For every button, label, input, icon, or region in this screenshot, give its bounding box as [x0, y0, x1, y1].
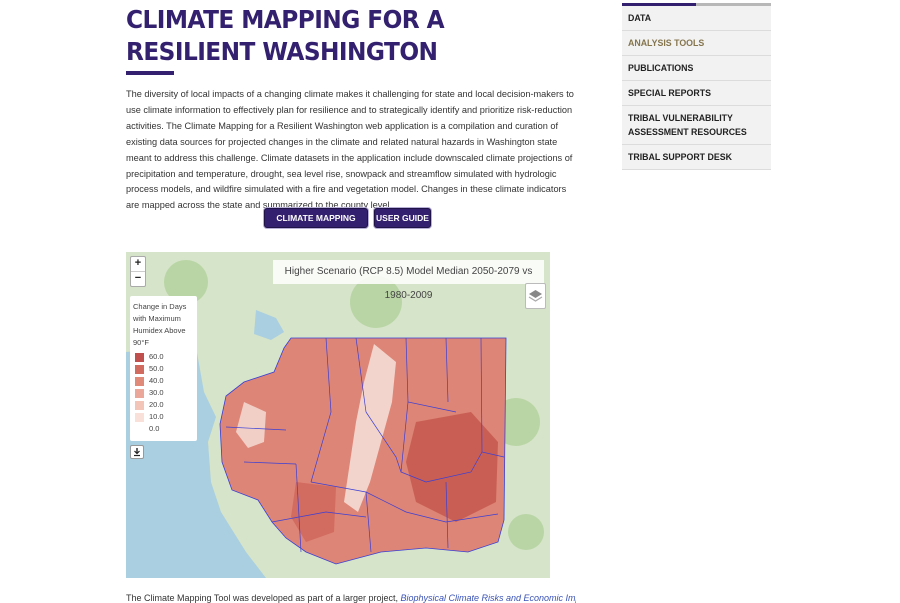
page-title: CLIMATE MAPPING FOR A RESILIENT WASHINGT… [126, 5, 445, 66]
sidebar-item-analysis-tools[interactable]: ANALYSIS TOOLS [622, 31, 771, 56]
footer-paragraph: The Climate Mapping Tool was developed a… [126, 593, 576, 603]
legend-title: Change in Days with Maximum Humidex Abov… [133, 302, 187, 347]
forest-patch [508, 514, 544, 550]
legend-swatch [135, 352, 144, 362]
legend-row: 40.0 [130, 375, 197, 387]
zoom-out-button[interactable]: − [131, 272, 145, 286]
footer-link[interactable]: Biophysical Climate Risks and Economic I… [400, 593, 576, 603]
legend-swatch [135, 364, 144, 374]
legend-label: 40.0 [149, 376, 164, 385]
layers-icon [528, 290, 543, 302]
climate-map[interactable]: + − Higher Scenario (RCP 8.5) Model Medi… [126, 252, 550, 578]
sidebar-item-data[interactable]: DATA [622, 6, 771, 31]
map-scenario-title: Higher Scenario (RCP 8.5) Model Median 2… [273, 260, 544, 301]
legend-row: 20.0 [130, 399, 197, 411]
intro-paragraph: The diversity of local impacts of a chan… [126, 89, 574, 211]
layers-button[interactable] [525, 283, 546, 309]
download-button[interactable] [130, 445, 144, 459]
title-underline [126, 71, 174, 75]
legend-label: 0.0 [149, 424, 160, 433]
legend-row: 60.0 [130, 351, 197, 363]
sidebar-item-tribal-support-desk[interactable]: TRIBAL SUPPORT DESK [622, 145, 771, 170]
download-icon [134, 448, 140, 457]
sidebar-item-publications[interactable]: PUBLICATIONS [622, 56, 771, 81]
sidebar-top-rule [622, 3, 771, 6]
legend-swatch [135, 376, 144, 386]
map-legend: Change in Days with Maximum Humidex Abov… [130, 296, 197, 441]
legend-row: 0.0 [130, 423, 197, 435]
footer-text: The Climate Mapping Tool was developed a… [126, 593, 401, 603]
user-guide-button[interactable]: USER GUIDE [374, 208, 431, 228]
legend-row: 30.0 [130, 387, 197, 399]
zoom-control: + − [130, 256, 146, 287]
legend-row: 50.0 [130, 363, 197, 375]
sidebar-nav: DATA ANALYSIS TOOLS PUBLICATIONS SPECIAL… [622, 3, 771, 170]
sidebar-item-special-reports[interactable]: SPECIAL REPORTS [622, 81, 771, 106]
legend-swatch [135, 412, 144, 422]
sidebar-item-tribal-vulnerability[interactable]: TRIBAL VULNERABILITY ASSESSMENT RESOURCE… [622, 106, 771, 145]
legend-label: 10.0 [149, 412, 164, 421]
legend-label: 30.0 [149, 388, 164, 397]
legend-row: 10.0 [130, 411, 197, 423]
legend-swatch [135, 388, 144, 398]
legend-swatch [135, 424, 144, 434]
legend-label: 50.0 [149, 364, 164, 373]
legend-label: 20.0 [149, 400, 164, 409]
legend-label: 60.0 [149, 352, 164, 361]
climate-mapping-tool-button[interactable]: CLIMATE MAPPING TOOL [264, 208, 368, 242]
zoom-in-button[interactable]: + [131, 257, 145, 272]
legend-swatch [135, 400, 144, 410]
